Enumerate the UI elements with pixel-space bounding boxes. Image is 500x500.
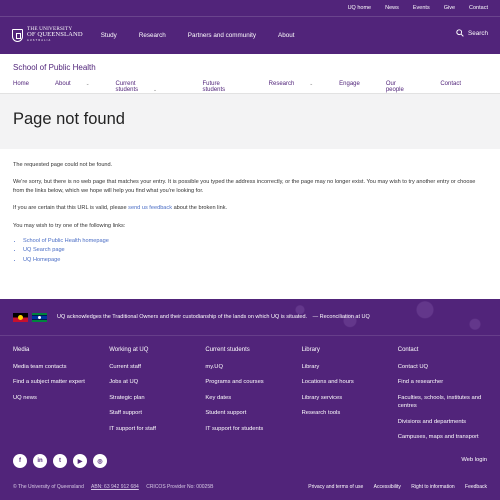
- footer-heading: Media: [13, 347, 30, 353]
- site-nav-home[interactable]: Home: [13, 81, 42, 93]
- search-icon: [456, 29, 464, 37]
- chevron-down-icon: ⌄: [85, 81, 90, 86]
- cricos: CRICOS Provider No: 00025B: [146, 484, 214, 490]
- footer-heading: Working at UQ: [109, 347, 149, 353]
- aboriginal-flag-icon: [13, 312, 28, 322]
- site-nav-future-students[interactable]: Future students: [203, 81, 256, 93]
- footer-link[interactable]: my.UQ: [205, 363, 301, 371]
- site-nav-research[interactable]: Research ⌄: [269, 81, 326, 93]
- error-explanation: We're sorry, but there is no web page th…: [13, 179, 476, 194]
- footer-link[interactable]: IT support for staff: [109, 425, 205, 433]
- main-nav-research[interactable]: Research: [139, 32, 166, 39]
- logo-line3: AUSTRALIA: [27, 39, 52, 43]
- main-nav-partners[interactable]: Partners and community: [188, 32, 256, 39]
- uq-logo[interactable]: THE UNIVERSITY OF QUEENSLAND AUSTRALIA: [12, 26, 83, 43]
- search-label: Search: [468, 29, 488, 37]
- site-nav-our-people[interactable]: Our people: [386, 81, 427, 93]
- site-nav-engage[interactable]: Engage: [339, 81, 373, 93]
- site-nav-current-students[interactable]: Current students ⌄: [115, 81, 189, 93]
- footer-link[interactable]: Faculties, schools, institutes and centr…: [398, 394, 487, 411]
- utility-link-uq-home[interactable]: UQ home: [348, 5, 372, 11]
- acknowledgement-text: UQ acknowledges the Traditional Owners a…: [57, 314, 308, 320]
- chevron-down-icon: ⌄: [309, 81, 314, 86]
- linkedin-icon[interactable]: in: [33, 454, 47, 468]
- site-header: School of Public Health Home About ⌄ Curr…: [0, 54, 500, 94]
- page-title: Page not found: [13, 110, 125, 128]
- footer-link[interactable]: Strategic plan: [109, 394, 205, 402]
- torres-strait-flag-icon: [32, 312, 47, 322]
- rti-link[interactable]: Right to information: [411, 484, 454, 490]
- abn[interactable]: ABN: 63 942 912 684: [91, 484, 139, 490]
- suggestions-intro: You may wish to try one of the following…: [13, 222, 126, 229]
- footer-col-media: Media Media team contacts Find a subject…: [13, 347, 109, 448]
- instagram-icon[interactable]: ◎: [93, 454, 107, 468]
- footer-link[interactable]: Programs and courses: [205, 378, 301, 386]
- footer-link[interactable]: Current staff: [109, 363, 205, 371]
- site-nav-contact[interactable]: Contact: [440, 81, 474, 93]
- utility-link-give[interactable]: Give: [444, 5, 455, 11]
- main-nav: Study Research Partners and community Ab…: [101, 32, 317, 39]
- chevron-down-icon: ⌄: [153, 87, 157, 92]
- footer-bottom: © The University of Queensland ABN: 63 9…: [13, 484, 487, 490]
- footer-link[interactable]: Key dates: [205, 394, 301, 402]
- footer-link[interactable]: Library services: [302, 394, 398, 402]
- copyright: © The University of Queensland: [13, 484, 84, 490]
- link-uq-homepage[interactable]: UQ Homepage: [23, 256, 487, 264]
- footer-link[interactable]: Media team contacts: [13, 363, 109, 371]
- site-nav-about[interactable]: About ⌄: [55, 81, 102, 93]
- main-nav-study[interactable]: Study: [101, 32, 117, 39]
- footer-link[interactable]: Research tools: [302, 409, 398, 417]
- footer-heading: Library: [301, 347, 320, 353]
- footer-link[interactable]: Jobs at UQ: [109, 378, 205, 386]
- acknowledgement-banner: UQ acknowledges the Traditional Owners a…: [0, 299, 500, 335]
- footer-link[interactable]: IT support for students: [205, 425, 301, 433]
- footer-col-contact: Contact Contact UQ Find a researcher Fac…: [398, 347, 487, 448]
- footer-link[interactable]: Student support: [205, 409, 301, 417]
- main-content: The requested page could not be found. W…: [0, 149, 500, 299]
- footer-col-library: Library Library Locations and hours Libr…: [302, 347, 398, 448]
- accessibility-link[interactable]: Accessibility: [374, 484, 401, 490]
- footer-link[interactable]: Divisions and departments: [398, 418, 487, 426]
- feedback-link[interactable]: Feedback: [465, 484, 487, 490]
- utility-bar: UQ home News Events Give Contact: [0, 0, 500, 16]
- footer-link[interactable]: UQ news: [13, 394, 109, 402]
- footer-col-working: Working at UQ Current staff Jobs at UQ S…: [109, 347, 205, 448]
- twitter-icon[interactable]: t: [53, 454, 67, 468]
- social-links: f in t ▶ ◎: [13, 454, 107, 468]
- footer-link[interactable]: Contact UQ: [398, 363, 487, 371]
- send-feedback-link[interactable]: send us feedback: [128, 205, 172, 211]
- utility-link-contact[interactable]: Contact: [469, 5, 488, 11]
- footer-col-students: Current students my.UQ Programs and cour…: [205, 347, 301, 448]
- utility-link-events[interactable]: Events: [413, 5, 430, 11]
- footer: Media Media team contacts Find a subject…: [0, 335, 500, 500]
- facebook-icon[interactable]: f: [13, 454, 27, 468]
- suggested-links: School of Public Health homepage UQ Sear…: [23, 237, 487, 264]
- footer-link[interactable]: Locations and hours: [302, 378, 398, 386]
- utility-link-news[interactable]: News: [385, 5, 399, 11]
- footer-link[interactable]: Find a subject matter expert: [13, 378, 109, 386]
- crest-icon: [12, 28, 23, 42]
- site-nav: Home About ⌄ Current students ⌄ Future stu…: [13, 81, 487, 93]
- footer-link[interactable]: Campuses, maps and transport: [398, 433, 487, 441]
- main-nav-about[interactable]: About: [278, 32, 294, 39]
- privacy-link[interactable]: Privacy and terms of use: [308, 484, 363, 490]
- footer-heading: Contact: [397, 347, 419, 353]
- link-school-homepage[interactable]: School of Public Health homepage: [23, 237, 487, 245]
- error-message: The requested page could not be found.: [13, 162, 113, 168]
- page-title-band: Page not found: [0, 94, 500, 149]
- youtube-icon[interactable]: ▶: [73, 454, 87, 468]
- reconciliation-link[interactable]: — Reconciliation at UQ: [313, 314, 370, 320]
- global-header: THE UNIVERSITY OF QUEENSLAND AUSTRALIA S…: [0, 16, 500, 54]
- feedback-paragraph: If you are certain that this URL is vali…: [13, 205, 228, 212]
- web-login-link[interactable]: Web login: [461, 457, 487, 463]
- footer-link[interactable]: Staff support: [109, 409, 205, 417]
- search-button[interactable]: Search: [456, 29, 488, 37]
- footer-heading: Current students: [205, 347, 250, 353]
- site-title[interactable]: School of Public Health: [13, 63, 487, 72]
- footer-link[interactable]: Find a researcher: [398, 378, 487, 386]
- footer-link[interactable]: Library: [302, 363, 398, 371]
- link-uq-search[interactable]: UQ Search page: [23, 246, 487, 254]
